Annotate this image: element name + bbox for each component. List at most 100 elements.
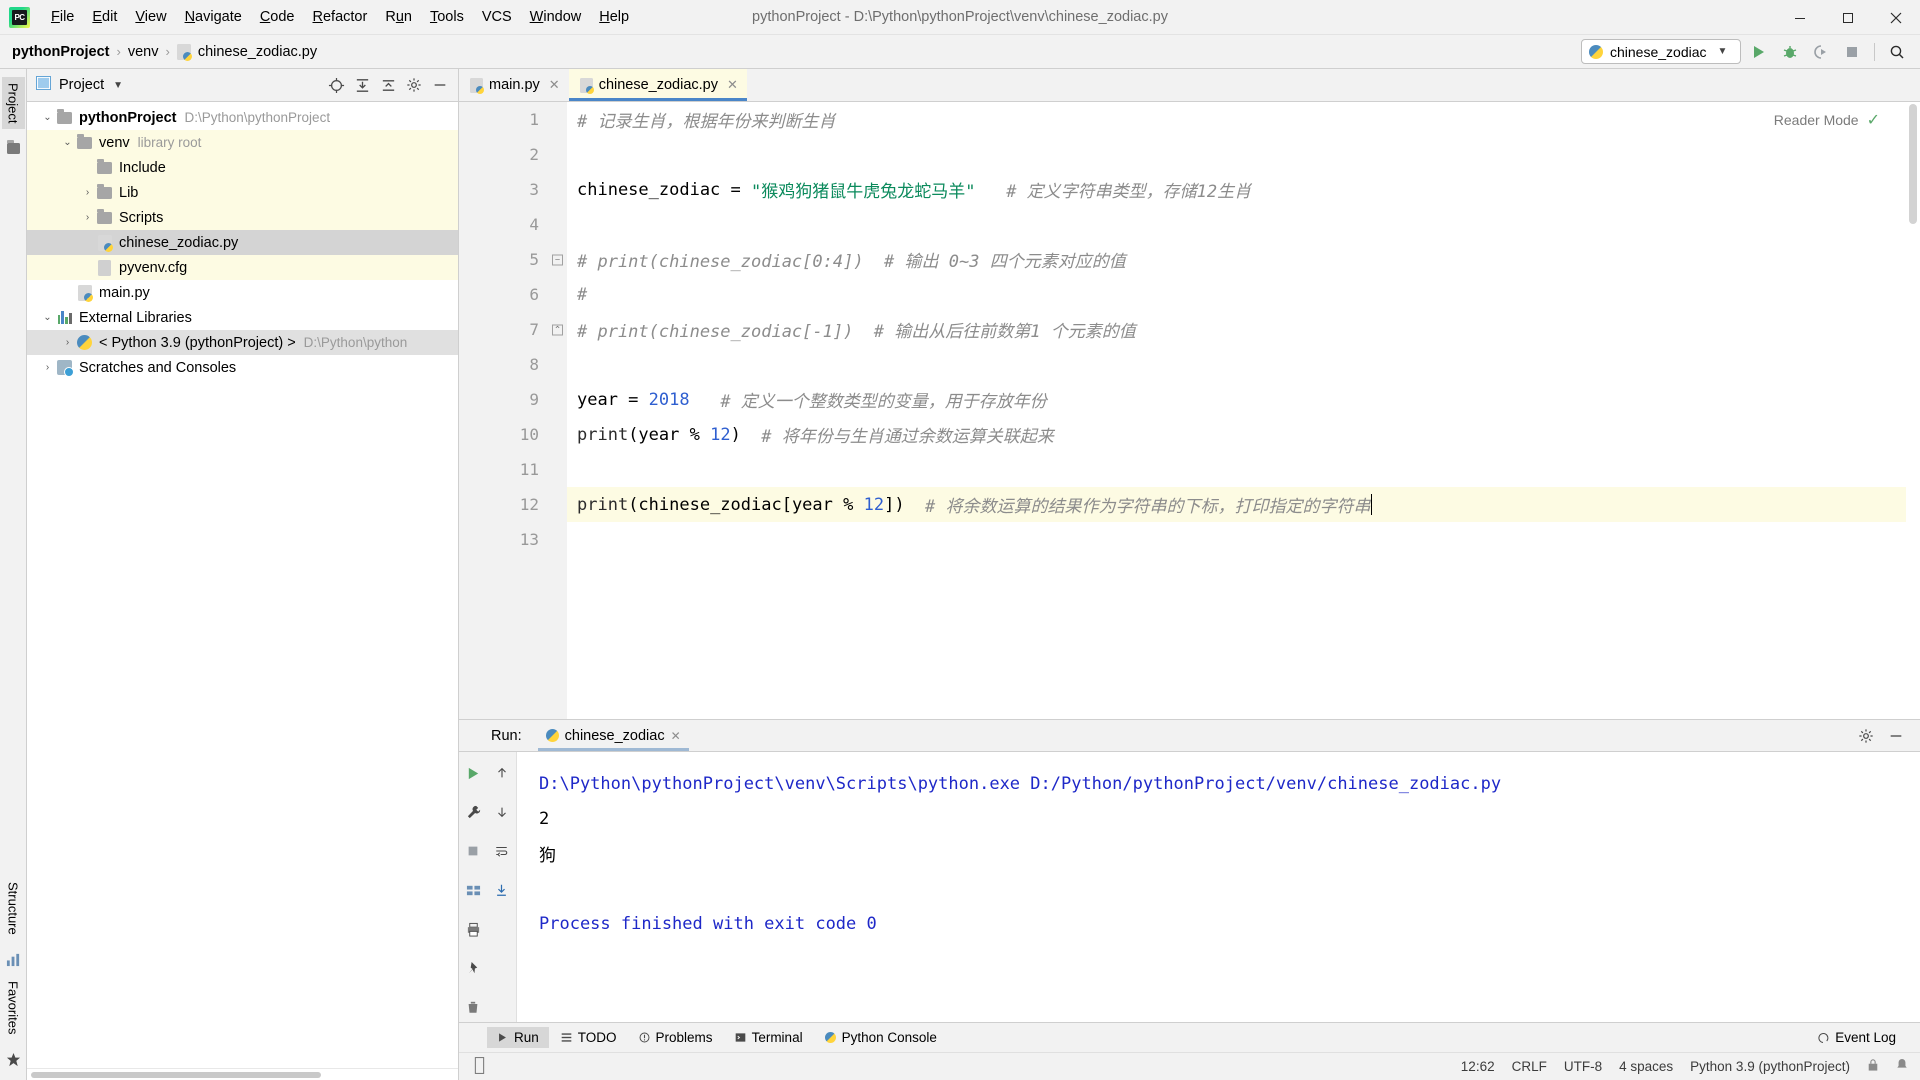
code-line[interactable]: chinese_zodiac = "猴鸡狗猪鼠牛虎兔龙蛇马羊" # 定义字符串类…: [577, 172, 1920, 207]
tree-item-pythonproject[interactable]: ⌄ pythonProject D:\Python\pythonProject: [27, 105, 458, 130]
code-line[interactable]: # print(chinese_zodiac[0:4]) # 输出 0~3 四个…: [577, 242, 1920, 277]
debug-button[interactable]: [1777, 39, 1803, 65]
close-icon[interactable]: ✕: [727, 77, 738, 93]
tree-expand-arrow-icon[interactable]: ›: [80, 212, 95, 223]
run-with-coverage-button[interactable]: [1808, 39, 1834, 65]
file-encoding[interactable]: UTF-8: [1564, 1059, 1602, 1074]
editor-tab-chinese-zodiac[interactable]: chinese_zodiac.py ✕: [568, 69, 748, 101]
tree-expand-arrow-icon[interactable]: ⌄: [40, 312, 55, 323]
editor-vertical-scrollbar[interactable]: [1906, 102, 1920, 719]
menu-help[interactable]: Help: [590, 7, 638, 28]
tree-item-venv[interactable]: ⌄ venv library root: [27, 130, 458, 155]
stop-button[interactable]: [463, 841, 483, 861]
close-icon[interactable]: ✕: [549, 77, 560, 93]
python-interpreter[interactable]: Python 3.9 (pythonProject): [1690, 1059, 1850, 1074]
menu-view[interactable]: View: [126, 7, 175, 28]
code-line[interactable]: print (chinese_zodiac[year % 12]) # 将余数运算…: [577, 487, 1920, 522]
run-configuration-selector[interactable]: chinese_zodiac ▼: [1581, 39, 1741, 64]
minimize-button[interactable]: [1776, 0, 1824, 35]
code-line[interactable]: [577, 522, 1920, 557]
project-horizontal-scrollbar[interactable]: [27, 1068, 458, 1080]
close-icon[interactable]: ✕: [671, 729, 681, 743]
notifications-icon[interactable]: [1896, 1058, 1908, 1075]
tree-item-external-libraries[interactable]: ⌄ External Libraries: [27, 305, 458, 330]
menu-run[interactable]: Run: [376, 7, 421, 28]
line-separator[interactable]: CRLF: [1512, 1059, 1547, 1074]
menu-navigate[interactable]: Navigate: [176, 7, 251, 28]
menu-window[interactable]: Window: [521, 7, 591, 28]
hide-run-window-icon[interactable]: [1884, 724, 1908, 748]
tree-item-scratches-and-consoles[interactable]: › Scratches and Consoles: [27, 355, 458, 380]
tree-item-lib[interactable]: › Lib: [27, 180, 458, 205]
pin-icon[interactable]: [463, 958, 483, 978]
code-content[interactable]: # 记录生肖，根据年份来判断生肖 chinese_zodiac = "猴鸡狗猪鼠牛…: [567, 102, 1920, 719]
settings-gear-icon[interactable]: [402, 73, 426, 97]
code-editor[interactable]: 1 2 3 4 5 6 7 8 9 10 11 12 13 − ⌃ # 记录生肖，根据年份来判断生肖 chi…: [459, 102, 1920, 719]
close-button[interactable]: [1872, 0, 1920, 35]
fold-marker[interactable]: ⌃: [549, 312, 567, 347]
favorites-star-icon[interactable]: [3, 1049, 23, 1069]
breadcrumb-project[interactable]: pythonProject: [12, 44, 109, 60]
menu-refactor[interactable]: Refactor: [304, 7, 377, 28]
code-line[interactable]: # print(chinese_zodiac[-1]) # 输出从后往前数第1 …: [577, 312, 1920, 347]
tree-expand-arrow-icon[interactable]: ›: [80, 187, 95, 198]
scroll-up-icon[interactable]: [492, 763, 512, 783]
tree-expand-arrow-icon[interactable]: ⌄: [60, 137, 75, 148]
menu-file[interactable]: File: [42, 7, 83, 28]
rail-tab-project[interactable]: Project: [1, 77, 25, 130]
reader-mode-indicator[interactable]: Reader Mode ✓: [1774, 110, 1880, 130]
code-line[interactable]: [577, 137, 1920, 172]
stop-button[interactable]: [1839, 39, 1865, 65]
settings-gear-icon[interactable]: [1854, 724, 1878, 748]
menu-vcs[interactable]: VCS: [473, 7, 521, 28]
breadcrumb-venv[interactable]: venv: [128, 44, 159, 60]
delete-trash-icon[interactable]: [463, 997, 483, 1017]
grid-view-icon[interactable]: [463, 880, 483, 900]
tool-button-terminal[interactable]: Terminal: [725, 1027, 813, 1048]
fold-marker[interactable]: −: [549, 242, 567, 277]
project-folder-rail-icon[interactable]: [3, 138, 23, 158]
tree-item-pyvenv-cfg[interactable]: pyvenv.cfg: [27, 255, 458, 280]
rerun-button[interactable]: [463, 763, 483, 783]
code-line[interactable]: year = 2018 # 定义一个整数类型的变量，用于存放年份: [577, 382, 1920, 417]
run-tab-chinese-zodiac[interactable]: chinese_zodiac ✕: [537, 720, 689, 751]
event-log-button[interactable]: Event Log: [1807, 1027, 1906, 1048]
structure-icon[interactable]: [3, 950, 23, 970]
indent-setting[interactable]: 4 spaces: [1619, 1059, 1673, 1074]
code-line[interactable]: # 记录生肖，根据年份来判断生肖: [577, 102, 1920, 137]
tree-expand-arrow-icon[interactable]: ⌄: [40, 112, 55, 123]
tool-button-problems[interactable]: Problems: [629, 1027, 723, 1048]
tree-item-scripts[interactable]: › Scripts: [27, 205, 458, 230]
tool-button-python-console[interactable]: Python Console: [815, 1027, 947, 1048]
tree-item-main-py[interactable]: main.py: [27, 280, 458, 305]
scroll-to-end-icon[interactable]: [492, 880, 512, 900]
tree-item-python-3-9-pythonproject[interactable]: › < Python 3.9 (pythonProject) > D:\Python…: [27, 330, 458, 355]
rail-tab-favorites[interactable]: Favorites: [2, 975, 25, 1040]
scroll-down-icon[interactable]: [492, 802, 512, 822]
tool-button-run[interactable]: Run: [487, 1027, 549, 1048]
lock-icon[interactable]: [1867, 1058, 1879, 1075]
caret-position[interactable]: 12:62: [1461, 1059, 1495, 1074]
code-folding-bar[interactable]: − ⌃: [549, 102, 567, 719]
breadcrumb-file[interactable]: chinese_zodiac.py: [176, 43, 317, 61]
wrench-settings-icon[interactable]: [463, 802, 483, 822]
collapse-all-icon[interactable]: [376, 73, 400, 97]
tree-item-include[interactable]: Include: [27, 155, 458, 180]
search-everywhere-button[interactable]: [1884, 39, 1910, 65]
tree-expand-arrow-icon[interactable]: ›: [40, 362, 55, 373]
run-button[interactable]: [1746, 39, 1772, 65]
rail-tab-structure[interactable]: Structure: [2, 876, 25, 941]
code-line[interactable]: #: [577, 277, 1920, 312]
maximize-button[interactable]: [1824, 0, 1872, 35]
menu-edit[interactable]: Edit: [83, 7, 126, 28]
soft-wrap-icon[interactable]: [492, 841, 512, 861]
hide-panel-icon[interactable]: [428, 73, 452, 97]
code-line[interactable]: [577, 207, 1920, 242]
menu-code[interactable]: Code: [251, 7, 304, 28]
project-panel-caret-icon[interactable]: ▼: [113, 80, 123, 91]
tree-expand-arrow-icon[interactable]: ›: [60, 337, 75, 348]
expand-all-icon[interactable]: [350, 73, 374, 97]
select-opened-file-icon[interactable]: [324, 73, 348, 97]
code-line[interactable]: [577, 452, 1920, 487]
memory-indicator-icon[interactable]: [473, 1056, 486, 1077]
